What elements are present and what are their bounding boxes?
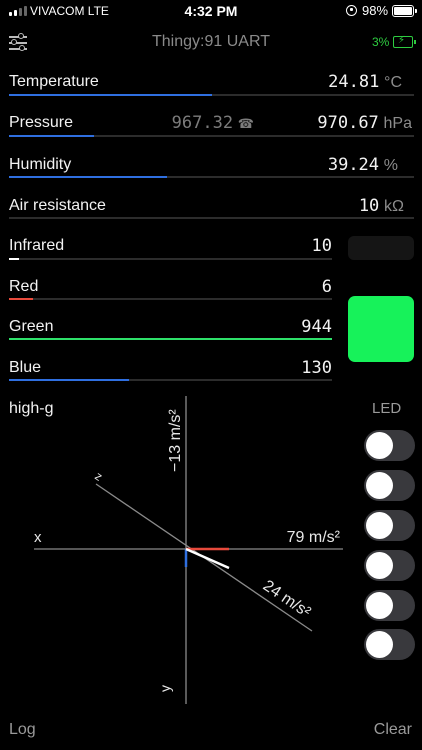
status-bar: VIVACOM LTE 4:32 PM 98% <box>0 0 422 22</box>
green-value: 944 <box>301 317 332 337</box>
led-toggle-1[interactable] <box>364 430 415 461</box>
infrared-swatch <box>348 236 414 260</box>
clear-button[interactable]: Clear <box>374 721 412 739</box>
z-value-label: 24 m/s² <box>260 577 314 621</box>
infrared-bar <box>9 258 19 260</box>
green-track <box>9 338 332 340</box>
x-value-label: 79 m/s² <box>287 529 341 546</box>
y-axis-label: y <box>157 685 173 692</box>
temperature-value: 24.81 <box>328 72 380 92</box>
color-swatch <box>348 296 414 362</box>
z-vector <box>185 547 230 570</box>
led-toggle-6[interactable] <box>364 629 415 660</box>
air-resistance-label: Air resistance <box>9 197 106 214</box>
status-time: 4:32 PM <box>184 3 238 19</box>
pressure-secondary-reading: 967.32 ☎ <box>172 113 254 133</box>
pressure-bar <box>9 135 95 137</box>
rotation-lock-icon <box>346 5 357 16</box>
blue-track <box>9 379 332 381</box>
humidity-unit: % <box>383 157 398 174</box>
pressure-track <box>9 135 414 137</box>
led-toggle-2[interactable] <box>364 470 415 501</box>
y-value-label: −13 m/s² <box>167 409 184 472</box>
temperature-label: Temperature <box>9 73 99 90</box>
led-toggle-4[interactable] <box>364 550 415 581</box>
humidity-track <box>9 176 414 178</box>
air-resistance-reading: 10 kΩ <box>359 196 404 216</box>
red-label: Red <box>9 278 39 295</box>
humidity-value: 39.24 <box>327 155 380 175</box>
pressure-value: 970.67 <box>317 113 379 133</box>
battery-icon <box>392 5 417 17</box>
charging-battery-icon: ⚡ <box>393 35 416 48</box>
humidity-label: Humidity <box>9 156 72 173</box>
z-axis-label: z <box>92 469 105 484</box>
green-bar <box>9 338 332 340</box>
log-button[interactable]: Log <box>9 721 36 739</box>
temperature-track <box>9 94 414 96</box>
red-bar <box>9 298 33 300</box>
phone-icon: ☎ <box>237 116 254 131</box>
humidity-bar <box>9 176 167 178</box>
led-toggle-5[interactable] <box>364 590 415 621</box>
red-value: 6 <box>321 277 332 297</box>
led-toggle-3[interactable] <box>364 510 415 541</box>
temperature-reading: 24.81 °C <box>328 72 402 92</box>
red-track <box>9 298 332 300</box>
temperature-bar <box>9 94 212 96</box>
pressure-reading: 970.67 hPa <box>317 113 412 133</box>
air-resistance-unit: kΩ <box>384 198 404 215</box>
page-title: Thingy:91 UART <box>152 33 270 50</box>
device-battery-percentage: 3% <box>372 35 390 49</box>
green-label: Green <box>9 318 54 335</box>
blue-value: 130 <box>301 358 332 378</box>
infrared-track <box>9 258 332 260</box>
pressure-unit: hPa <box>383 115 412 132</box>
led-label: LED <box>372 400 402 417</box>
x-axis-label: x <box>34 529 42 546</box>
infrared-label: Infrared <box>9 237 65 254</box>
air-resistance-track <box>9 217 414 219</box>
pressure-label: Pressure <box>9 114 74 131</box>
battery-percentage: 98% <box>362 3 389 18</box>
air-resistance-value: 10 <box>358 196 380 216</box>
accelerometer-axes: x 79 m/s² −13 m/s² y z 24 m/s² <box>34 396 343 704</box>
pressure-secondary-value: 967.32 <box>171 113 234 133</box>
humidity-reading: 39.24 % <box>328 155 398 175</box>
blue-bar <box>9 379 129 381</box>
infrared-value: 10 <box>311 236 332 256</box>
blue-label: Blue <box>9 359 42 376</box>
temperature-unit: °C <box>384 74 402 91</box>
